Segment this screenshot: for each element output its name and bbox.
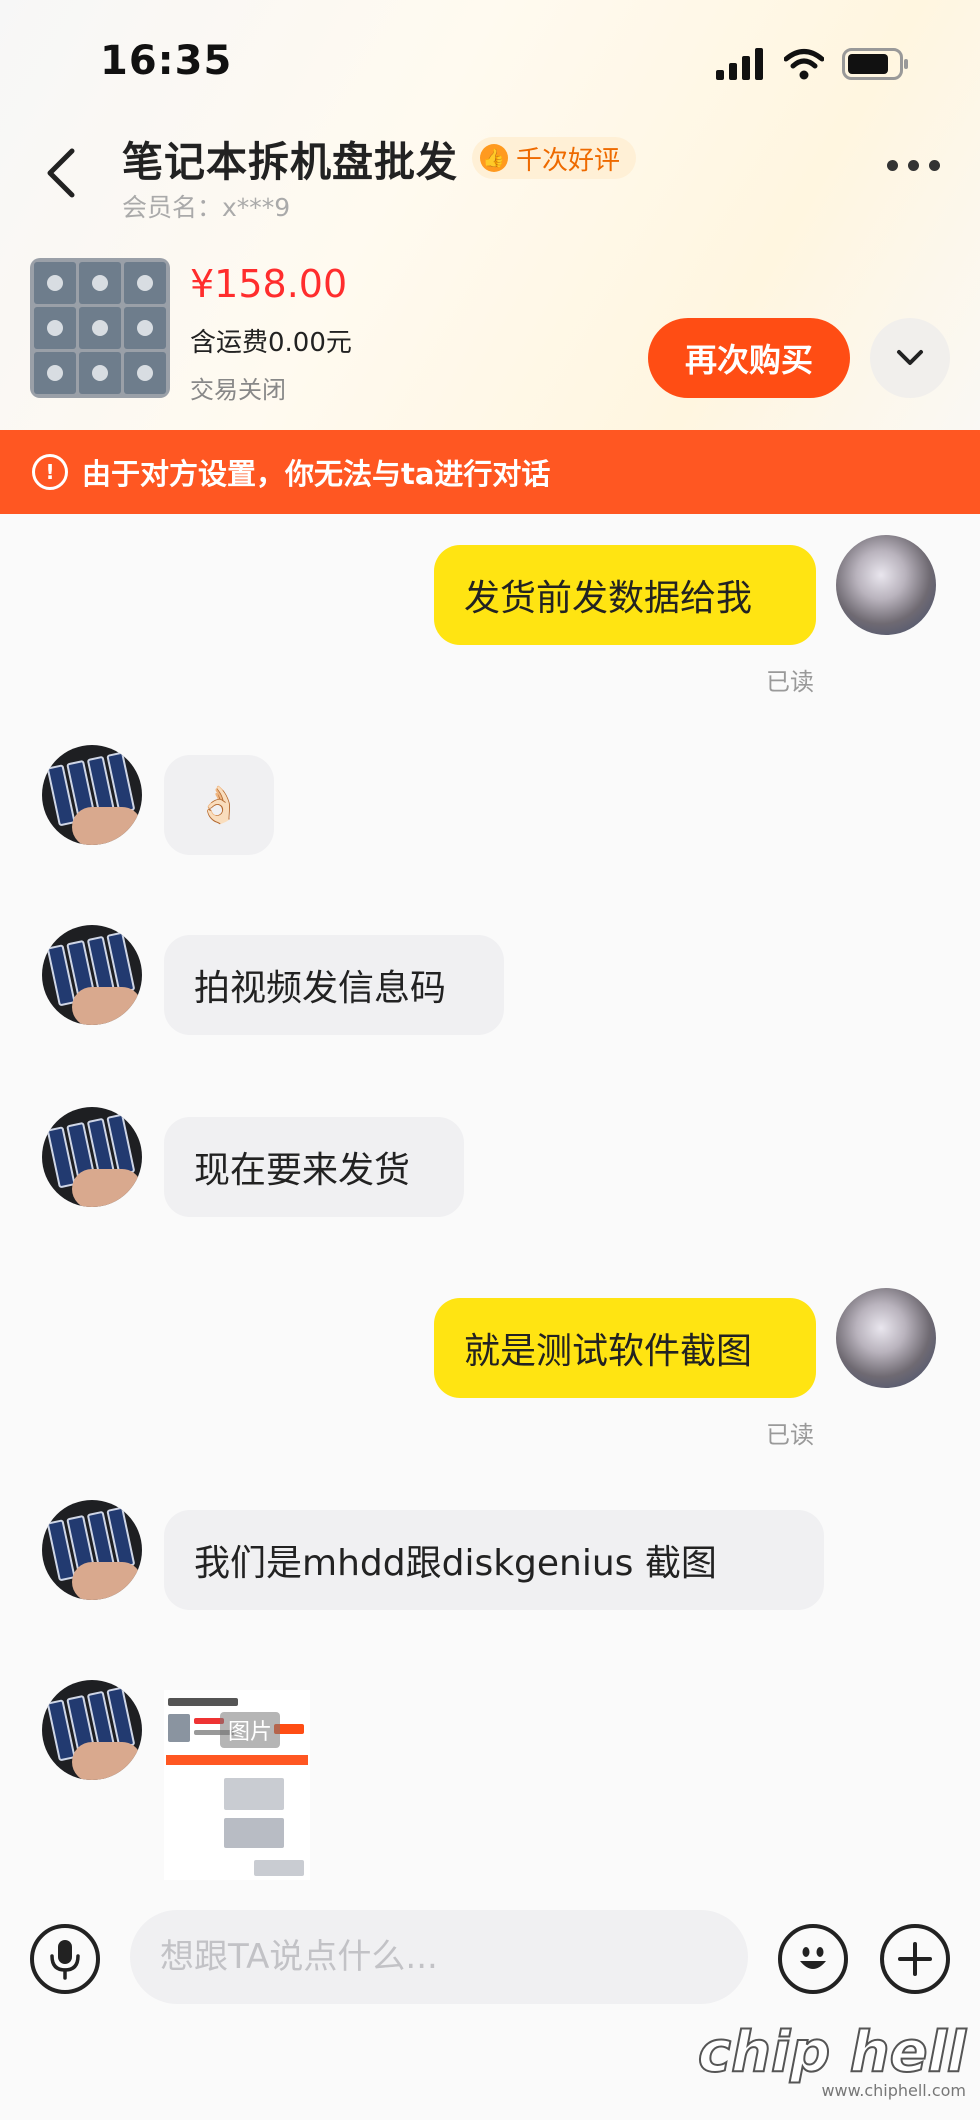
- more-actions-button[interactable]: [880, 1924, 950, 1994]
- seller-avatar[interactable]: [42, 925, 142, 1025]
- warning-icon: !: [32, 454, 68, 490]
- my-avatar[interactable]: [836, 1288, 936, 1388]
- more-options-button[interactable]: [887, 160, 940, 171]
- watermark: chip hell www.chiphell.com: [697, 2020, 967, 2101]
- read-receipt: 已读: [766, 668, 814, 696]
- seller-avatar[interactable]: [42, 1107, 142, 1207]
- message-input[interactable]: [130, 1910, 748, 2004]
- more-dot-icon: [908, 160, 919, 171]
- seller-message-bubble[interactable]: 我们是mhdd跟diskgenius 截图: [164, 1510, 824, 1610]
- rebuy-button[interactable]: 再次购买: [648, 318, 850, 398]
- voice-button[interactable]: [30, 1924, 100, 1994]
- seller-avatar[interactable]: [42, 1680, 142, 1780]
- my-message-bubble[interactable]: 发货前发数据给我: [434, 545, 816, 645]
- expand-button[interactable]: [870, 318, 950, 398]
- title-row: 笔记本拆机盘批发 👍 千次好评: [122, 128, 637, 188]
- status-icons: [716, 44, 910, 84]
- notice-text: 由于对方设置，你无法与ta进行对话: [82, 457, 551, 491]
- shipping-info: 含运费0.00元: [190, 328, 352, 358]
- rating-badge: 👍 千次好评: [472, 137, 637, 179]
- battery-icon: [842, 48, 908, 80]
- emoji-icon: [800, 1947, 826, 1969]
- more-dot-icon: [887, 160, 898, 171]
- product-thumbnail[interactable]: [30, 258, 170, 398]
- more-dot-icon: [929, 160, 940, 171]
- shop-title[interactable]: 笔记本拆机盘批发: [122, 128, 458, 188]
- thumbs-up-icon: 👍: [480, 144, 508, 172]
- seller-message-bubble[interactable]: 👌🏻: [164, 755, 274, 855]
- seller-message-bubble[interactable]: 现在要来发货: [164, 1117, 464, 1217]
- my-avatar[interactable]: [836, 535, 936, 635]
- product-price: ¥158.00: [190, 262, 348, 306]
- chevron-left-icon: [47, 148, 75, 198]
- member-name: 会员名：x***9: [122, 193, 291, 222]
- status-time: 16:35: [100, 38, 233, 84]
- seller-avatar[interactable]: [42, 745, 142, 845]
- back-button[interactable]: [38, 145, 86, 201]
- emoji-button[interactable]: [778, 1924, 848, 1994]
- notice-banner: ! 由于对方设置，你无法与ta进行对话: [0, 430, 980, 514]
- read-receipt: 已读: [766, 1421, 814, 1449]
- image-message[interactable]: 图片: [164, 1690, 310, 1880]
- rating-badge-label: 千次好评: [516, 145, 621, 176]
- trade-status: 交易关闭: [190, 376, 286, 404]
- image-label: 图片: [220, 1712, 281, 1748]
- my-message-bubble[interactable]: 就是测试软件截图: [434, 1298, 816, 1398]
- wifi-icon: [784, 49, 824, 80]
- seller-avatar[interactable]: [42, 1500, 142, 1600]
- watermark-logo: chip hell: [697, 2020, 967, 2085]
- seller-message-bubble[interactable]: 拍视频发信息码: [164, 935, 504, 1035]
- microphone-icon: [50, 1940, 80, 1980]
- plus-icon: [898, 1942, 932, 1976]
- signal-icon: [716, 48, 763, 80]
- chevron-down-icon: [897, 350, 923, 365]
